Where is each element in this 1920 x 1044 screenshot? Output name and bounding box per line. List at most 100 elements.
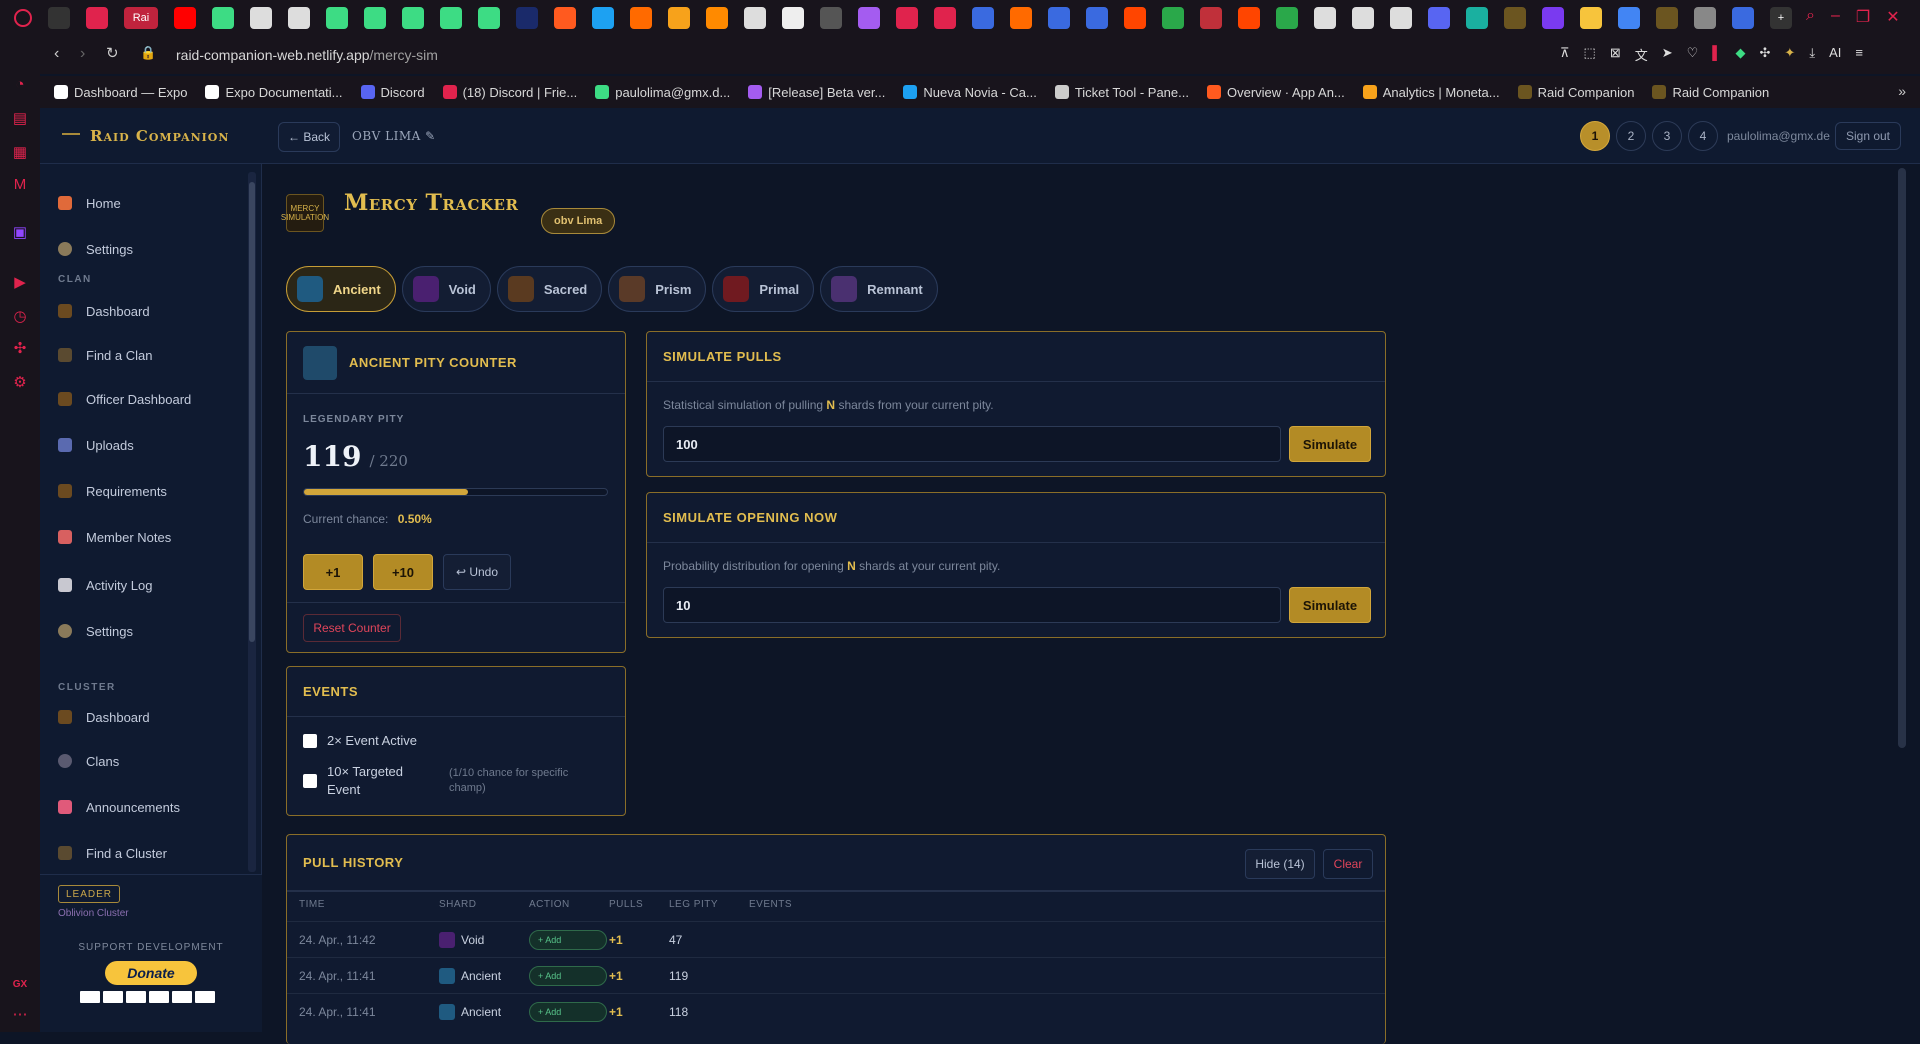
sidebar-item-officer-dashboard[interactable]: Officer Dashboard	[58, 388, 191, 410]
add-button[interactable]: + Add	[529, 1002, 607, 1022]
tab-icon[interactable]	[440, 7, 462, 29]
event-2x-checkbox[interactable]	[303, 733, 317, 748]
menu-icon[interactable]: ≡	[1855, 45, 1863, 64]
hide-history-button[interactable]: Hide (14)	[1245, 849, 1315, 879]
add-1-button[interactable]: +1	[303, 554, 363, 590]
restore-icon[interactable]: ❐	[1856, 7, 1870, 27]
reload-icon[interactable]: ↻	[106, 44, 119, 62]
translate-icon[interactable]: 文	[1635, 45, 1648, 64]
sidebar-scrollbar[interactable]	[248, 172, 256, 872]
tab-icon[interactable]	[174, 7, 196, 29]
tab-icon[interactable]	[592, 7, 614, 29]
sidebar-item-requirements[interactable]: Requirements	[58, 480, 167, 502]
simulate-pulls-input[interactable]: 100	[663, 426, 1281, 462]
bookmark[interactable]: Ticket Tool - Pane...	[1054, 85, 1189, 100]
tab-icon[interactable]	[1162, 7, 1184, 29]
speed-dial-icon[interactable]: ◔	[11, 76, 29, 94]
player-icon[interactable]: ▶	[11, 274, 29, 292]
tab-sacred[interactable]: Sacred	[496, 266, 603, 312]
sidebar-item-settings[interactable]: Settings	[58, 238, 133, 260]
brand[interactable]: Raid Companion	[40, 108, 262, 164]
tab-void[interactable]: Void	[401, 266, 491, 312]
tab-icon[interactable]	[1504, 7, 1526, 29]
tab-primal[interactable]: Primal	[712, 266, 815, 312]
tab-icon[interactable]	[706, 7, 728, 29]
reset-counter-button[interactable]: Reset Counter	[303, 614, 401, 642]
add-button[interactable]: + Add	[529, 966, 607, 986]
gmail-icon[interactable]: M	[11, 176, 29, 194]
sidebar-item-clan-settings[interactable]: Settings	[58, 620, 133, 642]
send-icon[interactable]: ➤	[1662, 45, 1673, 64]
simulate-pulls-button[interactable]: Simulate	[1289, 426, 1371, 462]
simulate-opening-input[interactable]: 10	[663, 587, 1281, 623]
tab-icon[interactable]	[1352, 7, 1374, 29]
history-icon[interactable]: ◷	[11, 308, 29, 326]
slot-2-button[interactable]: 2	[1616, 121, 1646, 151]
account-name[interactable]: OBV LIMA ✎	[352, 129, 436, 143]
tab-icon[interactable]	[1428, 7, 1450, 29]
page-scrollbar-thumb[interactable]	[1898, 168, 1906, 748]
undo-button[interactable]: ↩ Undo	[443, 554, 511, 590]
sidebar-item-cluster-dashboard[interactable]: Dashboard	[58, 706, 150, 728]
tab-icon[interactable]	[744, 7, 766, 29]
ai-icon[interactable]: AI	[1829, 45, 1841, 64]
tab-icon[interactable]	[1124, 7, 1146, 29]
more-icon[interactable]: ⋯	[11, 1006, 29, 1024]
search-tabs-icon[interactable]: ⌕	[1806, 7, 1815, 27]
slot-1-button[interactable]: 1	[1580, 121, 1610, 151]
tab-icon[interactable]	[478, 7, 500, 29]
event-10x-checkbox[interactable]	[303, 774, 317, 788]
sidebar-scrollbar-thumb[interactable]	[249, 182, 255, 642]
bookmarks-overflow-icon[interactable]: »	[1898, 83, 1906, 99]
download-icon[interactable]: ⤓	[1809, 45, 1815, 64]
clear-history-button[interactable]: Clear	[1323, 849, 1373, 879]
tab-prism[interactable]: Prism	[608, 266, 707, 312]
tab-icon[interactable]	[250, 7, 272, 29]
tab-icon[interactable]	[1694, 7, 1716, 29]
bookmark[interactable]: Expo Documentati...	[205, 85, 343, 100]
extension-icon[interactable]: ▌	[1712, 45, 1721, 64]
opera-logo-icon[interactable]	[14, 9, 32, 27]
tab-icon[interactable]	[516, 7, 538, 29]
active-tab[interactable]: Rai	[124, 7, 158, 29]
sidebar-item-announcements[interactable]: Announcements	[58, 796, 180, 818]
tab-icon[interactable]	[1200, 7, 1222, 29]
sidebar-item-find-cluster[interactable]: Find a Cluster	[58, 842, 167, 864]
tab-remnant[interactable]: Remnant	[820, 266, 938, 312]
tab-icon[interactable]	[402, 7, 424, 29]
tab-icon[interactable]	[1580, 7, 1602, 29]
tab-icon[interactable]	[288, 7, 310, 29]
page-scrollbar[interactable]	[1895, 164, 1909, 1032]
tab-icon[interactable]	[364, 7, 386, 29]
tab-icon[interactable]	[554, 7, 576, 29]
tab-icon[interactable]	[1314, 7, 1336, 29]
twitch-icon[interactable]: ▣	[11, 224, 29, 242]
sidebar-item-clans[interactable]: Clans	[58, 750, 119, 772]
bookmark[interactable]: Raid Companion	[1517, 85, 1634, 100]
tab-icon[interactable]	[1390, 7, 1412, 29]
settings-icon[interactable]: ⚙	[11, 374, 29, 392]
tab-icon[interactable]	[1086, 7, 1108, 29]
gx-icon[interactable]: GX	[11, 976, 29, 994]
bookmark[interactable]: Discord	[360, 85, 425, 100]
bookmark[interactable]: Dashboard — Expo	[54, 85, 187, 100]
tab-icon[interactable]	[326, 7, 348, 29]
event-10x-row[interactable]: 10× Targeted Event (1/10 chance for spec…	[303, 763, 579, 799]
tab-icon[interactable]	[972, 7, 994, 29]
extension-icon[interactable]: ◆	[1736, 45, 1746, 64]
close-icon[interactable]: ✕	[1886, 7, 1899, 27]
extension-icon[interactable]: ✦	[1784, 45, 1795, 64]
tab-icon[interactable]	[86, 7, 108, 29]
bookmarks-icon[interactable]: ▦	[11, 144, 29, 162]
bookmark[interactable]: Raid Companion	[1652, 85, 1769, 100]
tab-icon[interactable]	[630, 7, 652, 29]
bookmark[interactable]: [Release] Beta ver...	[748, 85, 885, 100]
add-button[interactable]: + Add	[529, 930, 607, 950]
sidebar-item-activity-log[interactable]: Activity Log	[58, 574, 152, 596]
tab-ancient[interactable]: Ancient	[286, 266, 396, 312]
favorite-icon[interactable]: ♡	[1687, 45, 1699, 64]
tab-icon[interactable]	[668, 7, 690, 29]
bookmark[interactable]: (18) Discord | Frie...	[442, 85, 577, 100]
sidebar-item-uploads[interactable]: Uploads	[58, 434, 134, 456]
tab-icon[interactable]	[1542, 7, 1564, 29]
